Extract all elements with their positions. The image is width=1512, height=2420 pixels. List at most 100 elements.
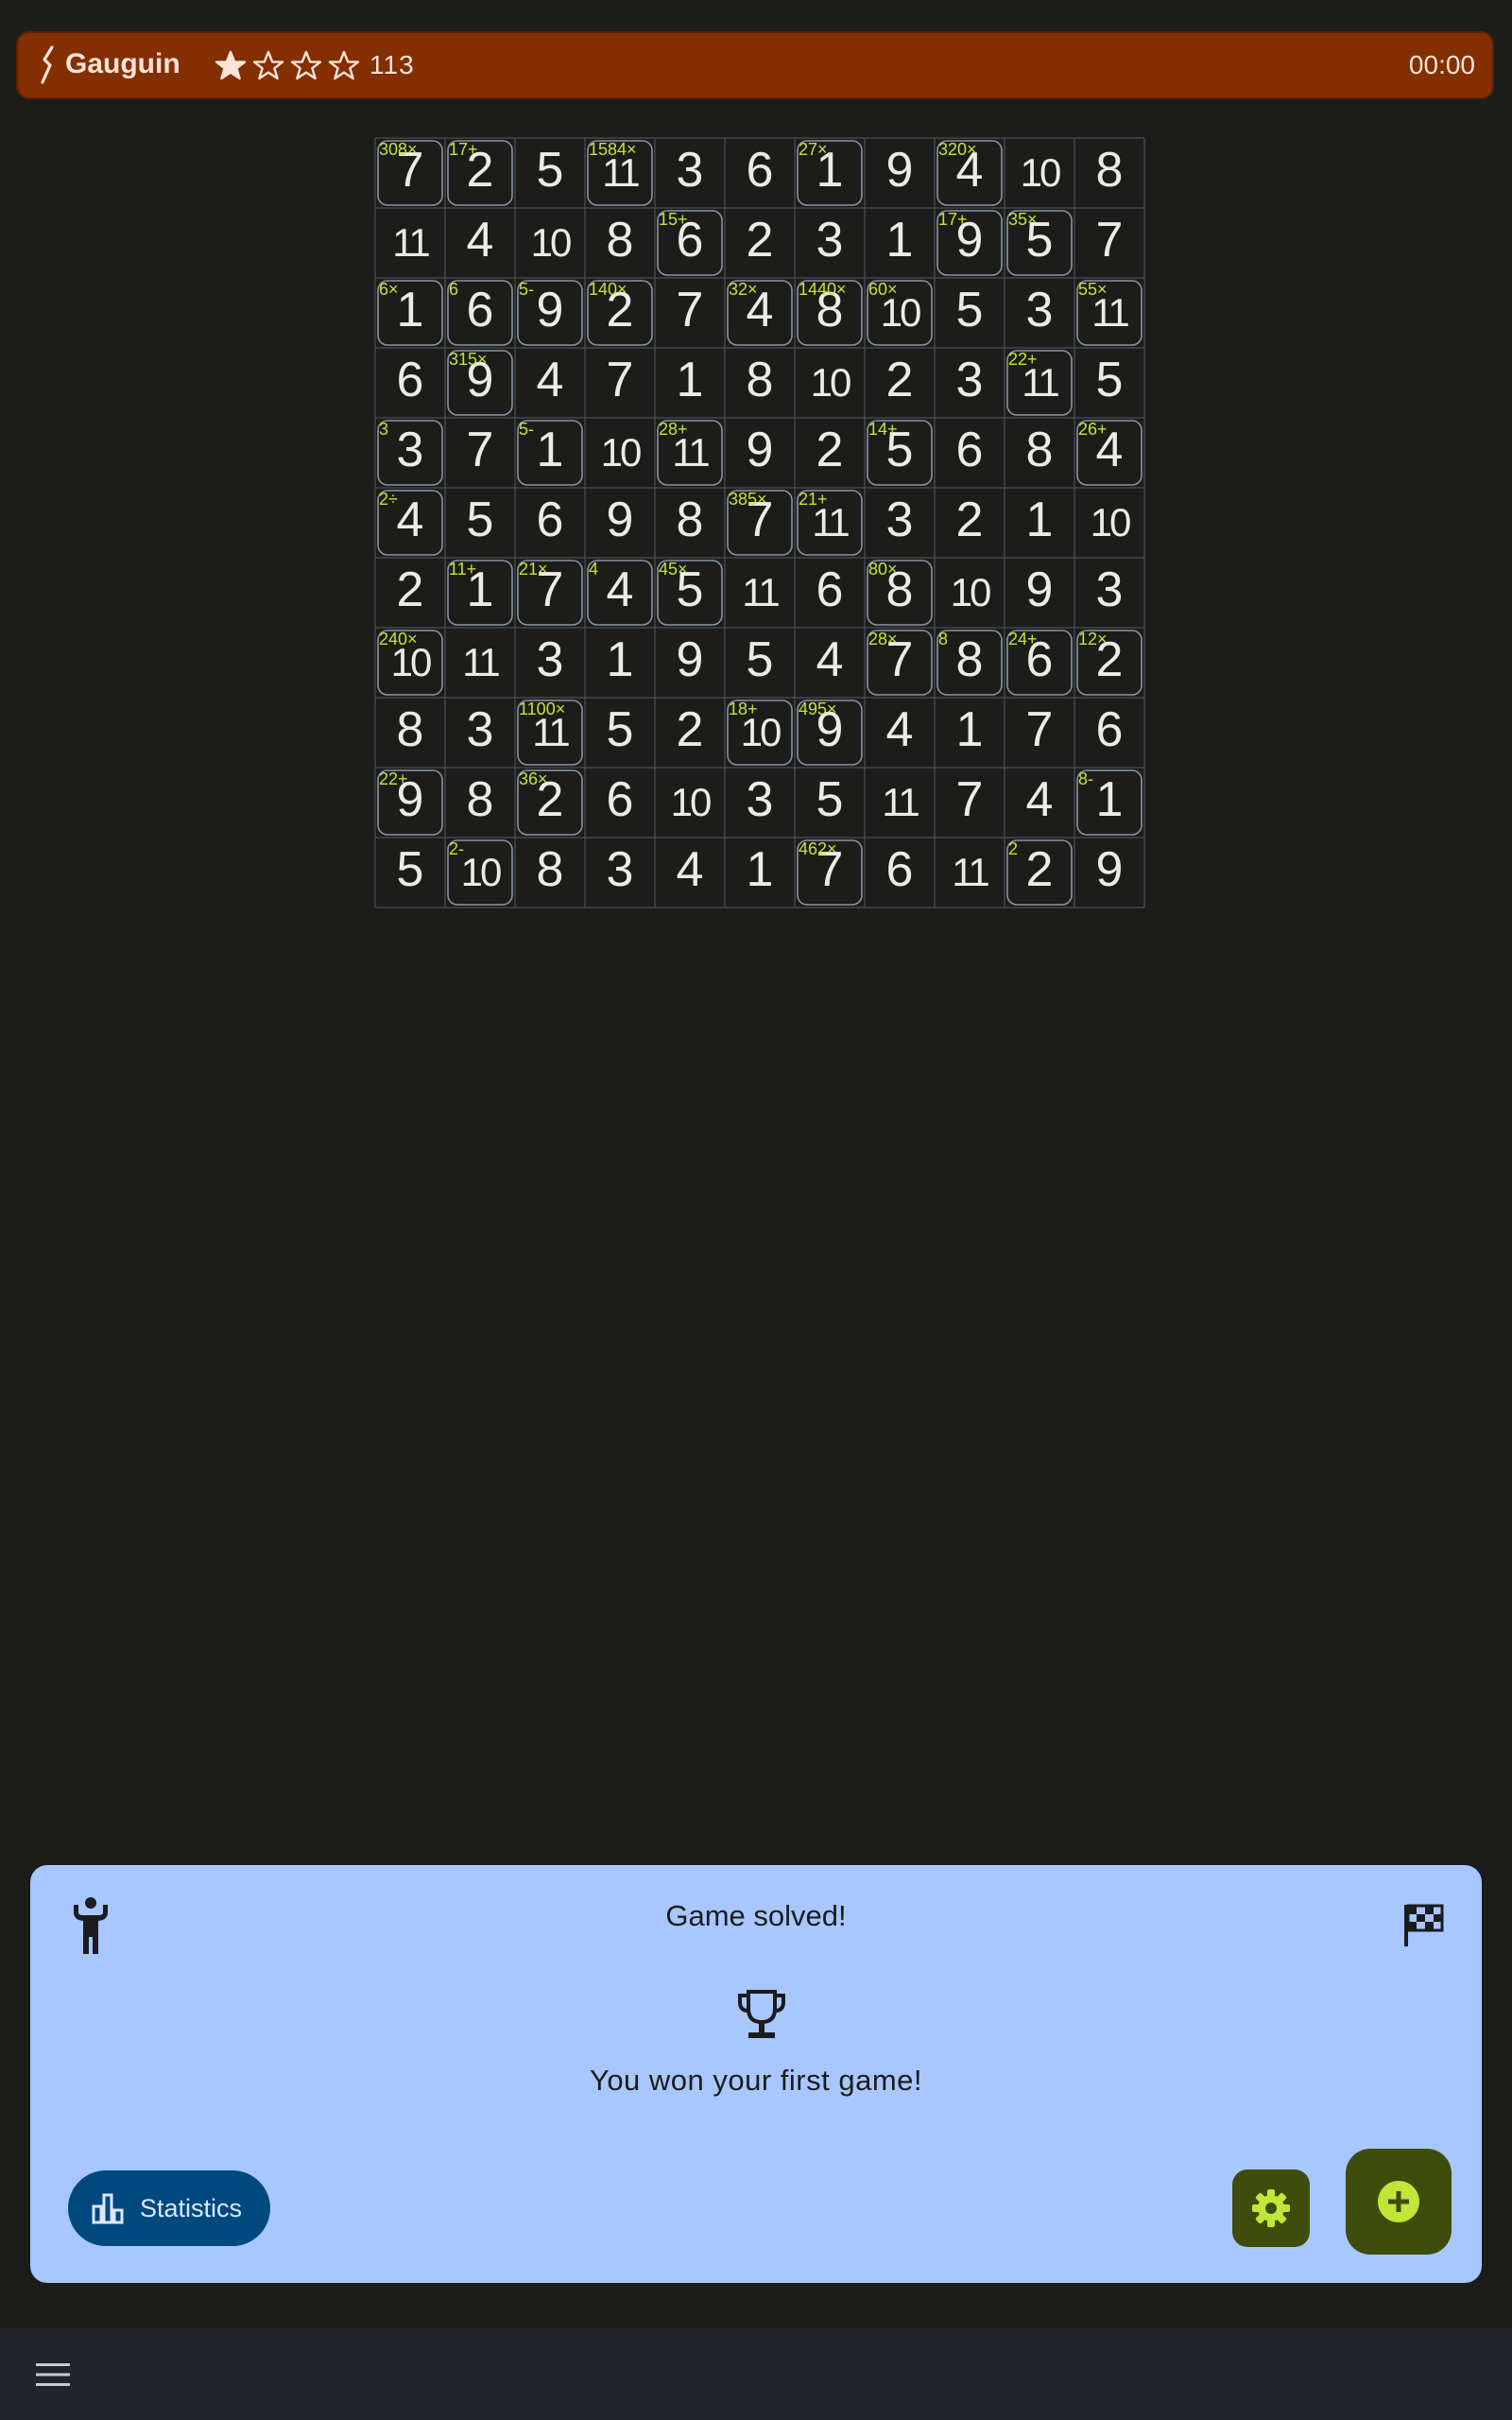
cell-value: 2	[956, 493, 984, 547]
cage-clue: 315×	[449, 350, 488, 369]
hamburger-menu-icon[interactable]	[34, 2360, 72, 2389]
cell-value: 3	[747, 772, 774, 827]
cage-clue: 2÷	[379, 490, 398, 509]
cell-value: 1	[677, 353, 704, 407]
cell-value: 2	[886, 353, 914, 407]
cage-clue: 1100×	[519, 700, 565, 718]
cage-clue: 80×	[868, 560, 898, 579]
cage-clue: 28×	[868, 630, 898, 648]
bar-chart-icon	[92, 2193, 124, 2224]
cage-clue: 24+	[1008, 630, 1038, 648]
cage-clue: 55×	[1078, 280, 1108, 299]
cell-value: 1	[1096, 772, 1124, 827]
trophy-icon	[738, 1990, 785, 2038]
statistics-label: Statistics	[140, 2193, 243, 2222]
cell-value: 5	[816, 772, 844, 827]
cage-clue: 6	[449, 280, 458, 299]
cage-clue: 1584×	[589, 140, 637, 159]
cell-value: 1	[607, 632, 634, 687]
cell-value: 1	[886, 213, 914, 268]
cage-clue: 462×	[799, 839, 837, 858]
cell-value: 11	[882, 780, 919, 824]
cage-clue: 22+	[379, 769, 408, 788]
cell-value: 11	[952, 850, 988, 894]
cell-value: 9	[1026, 562, 1054, 617]
cell-value: 3	[1096, 562, 1124, 617]
cell-value: 7	[677, 283, 704, 337]
cell-value: 9	[886, 143, 914, 198]
cell-value: 4	[607, 562, 634, 617]
cage-clue: 6×	[379, 280, 399, 299]
cell-value: 5	[956, 283, 984, 337]
cell-value: 6	[607, 772, 634, 827]
cell-value: 6	[397, 353, 424, 407]
cell-value: 8	[1096, 143, 1124, 198]
cell-value: 10	[1091, 500, 1130, 544]
cell-value: 11	[392, 220, 429, 265]
cage-clue: 3	[379, 420, 388, 439]
cage-clue: 27×	[799, 140, 828, 159]
game-solved-title: Game solved!	[665, 1899, 847, 1932]
cell-value: 11	[742, 570, 779, 614]
cell-value: 4	[677, 842, 704, 897]
cage-clue: 36×	[519, 769, 548, 788]
cell-value: 1	[747, 842, 774, 897]
cell-value: 6	[886, 842, 914, 897]
cell-value: 1	[537, 423, 564, 477]
cell-value: 7	[607, 353, 634, 407]
cell-value: 3	[956, 353, 984, 407]
cell-value: 2	[677, 702, 704, 757]
puzzle-grid[interactable]: 7 2 5 11 3 6 1 9 4 10 811 4 10 8 6 2 3 1 9 5 71 6 9 2 7 4 8 10 5 3 116…	[0, 0, 1512, 926]
cage-clue: 385×	[729, 490, 767, 509]
win-message: You won your first game!	[589, 2064, 923, 2097]
cell-value: 3	[467, 702, 494, 757]
cell-value: 6	[1096, 702, 1124, 757]
cell-value: 6	[467, 283, 494, 337]
cell-value: 3	[677, 143, 704, 198]
cage-clue: 1440×	[799, 280, 847, 299]
cell-value: 7	[1096, 213, 1124, 268]
cell-value: 6	[816, 562, 844, 617]
cell-value: 3	[537, 632, 564, 687]
cage-clue: 495×	[799, 700, 837, 718]
cell-value: 3	[816, 213, 844, 268]
cage-clue: 11+	[449, 560, 476, 579]
cell-value: 2	[1026, 842, 1054, 897]
cell-value: 10	[601, 430, 641, 475]
new-game-button[interactable]	[1346, 2149, 1452, 2255]
settings-button[interactable]	[1232, 2169, 1310, 2247]
cage-clue: 15+	[659, 210, 688, 229]
cage-clue: 17+	[938, 210, 968, 229]
cell-value: 8	[537, 842, 564, 897]
cell-value: 5	[537, 143, 564, 198]
cage-clue: 12×	[1078, 630, 1108, 648]
cell-value: 5	[397, 842, 424, 897]
cell-value: 8	[467, 772, 494, 827]
cage-clue: 320×	[938, 140, 977, 159]
cage-clue: 28+	[659, 420, 688, 439]
cell-value: 1	[956, 702, 984, 757]
cage-clue: 8-	[1078, 769, 1093, 788]
cell-value: 7	[956, 772, 984, 827]
cell-value: 9	[677, 632, 704, 687]
cell-value: 1	[1026, 493, 1054, 547]
cell-value: 3	[607, 842, 634, 897]
cage-clue: 21×	[519, 560, 548, 579]
cell-value: 1	[397, 283, 424, 337]
cell-value: 3	[397, 423, 424, 477]
cell-value: 5	[1096, 353, 1124, 407]
cell-value: 4	[397, 493, 424, 547]
cell-value: 9	[537, 283, 564, 337]
cage-clue: 14+	[868, 420, 898, 439]
cage-clue: 140×	[589, 280, 627, 299]
statistics-button[interactable]: Statistics	[68, 2170, 270, 2246]
cell-value: 6	[956, 423, 984, 477]
cage-clue: 60×	[868, 280, 898, 299]
cell-value: 7	[467, 423, 494, 477]
cage-clue: 21+	[799, 490, 828, 509]
cell-value: 8	[607, 213, 634, 268]
cell-value: 6	[537, 493, 564, 547]
cell-value: 2	[747, 213, 774, 268]
cage-clue: 2-	[449, 839, 464, 858]
cage-clue: 17+	[449, 140, 478, 159]
